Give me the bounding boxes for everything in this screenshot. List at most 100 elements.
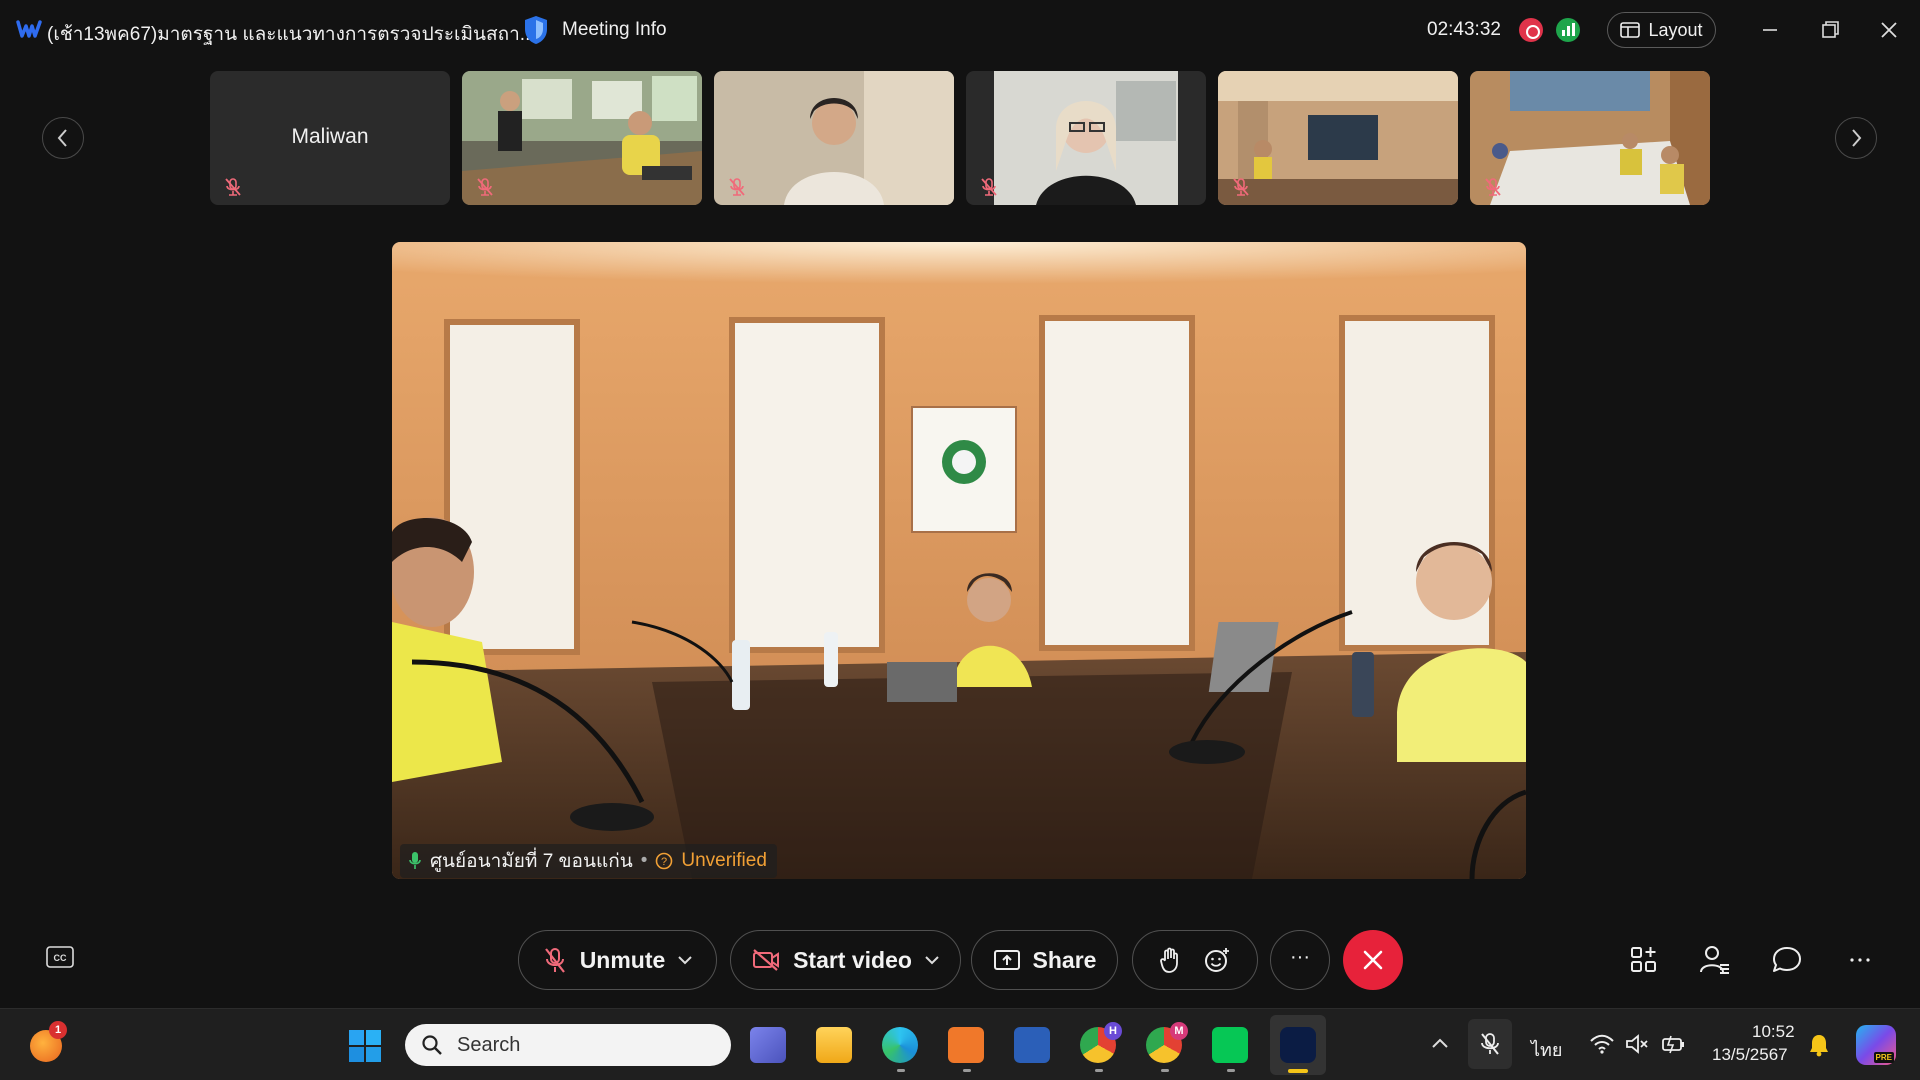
participant-thumbnail[interactable]: [1470, 71, 1710, 205]
restore-icon[interactable]: [1813, 14, 1847, 46]
running-indicator: [1161, 1069, 1169, 1072]
windows-taskbar: 1 Search H M ไทย 10:52 13/5/2567 PRE: [0, 1008, 1920, 1080]
title-bar: (เช้า13พค67)มาตรฐาน และแนวทางการตรวจประเ…: [0, 0, 1920, 60]
clock-date[interactable]: 13/5/2567: [1712, 1045, 1788, 1065]
copilot-icon[interactable]: PRE: [1856, 1025, 1896, 1065]
speaker-name-tag: ศูนย์อนามัยที่ 7 ขอนแก่น • ? Unverified: [400, 844, 777, 878]
layout-icon: [1620, 22, 1641, 38]
taskbar-search[interactable]: Search: [405, 1024, 731, 1066]
participant-name: Maliwan: [291, 125, 369, 148]
raise-hand-icon[interactable]: [1159, 946, 1181, 974]
start-video-button[interactable]: Start video: [730, 930, 961, 990]
line-icon[interactable]: [1212, 1027, 1248, 1063]
notifications-bell-icon[interactable]: [1808, 1033, 1830, 1057]
participant-video: [966, 71, 1206, 205]
running-indicator: [1227, 1069, 1235, 1072]
input-language[interactable]: ไทย: [1531, 1035, 1562, 1064]
minimize-icon[interactable]: [1753, 14, 1787, 46]
start-video-label: Start video: [793, 946, 912, 973]
webex-icon: [1280, 1027, 1316, 1063]
wifi-icon[interactable]: [1589, 1034, 1615, 1054]
unmute-button[interactable]: Unmute: [518, 930, 717, 990]
participant-video: [1470, 71, 1710, 205]
clock-time[interactable]: 10:52: [1752, 1022, 1795, 1042]
next-participants-button[interactable]: [1835, 117, 1877, 159]
chevron-down-icon[interactable]: [677, 955, 693, 965]
word-icon[interactable]: [1014, 1027, 1050, 1063]
more-horizontal-icon[interactable]: [1843, 943, 1877, 977]
participant-thumbnail[interactable]: [1218, 71, 1458, 205]
video-off-icon: [753, 949, 780, 971]
participant-video: [1218, 71, 1458, 205]
close-icon[interactable]: [1872, 14, 1906, 46]
closed-captions-icon[interactable]: CC: [45, 945, 75, 971]
running-indicator: [897, 1069, 905, 1072]
more-options-label: ···: [1290, 945, 1310, 968]
muted-mic-icon: [477, 178, 493, 196]
unmute-label: Unmute: [579, 946, 666, 973]
chat-icon[interactable]: [1770, 943, 1804, 977]
battery-charging-icon[interactable]: [1660, 1034, 1688, 1054]
edge-icon[interactable]: [882, 1027, 918, 1063]
chrome-profile-badge: H: [1104, 1022, 1122, 1040]
participants-icon[interactable]: [1698, 943, 1732, 977]
muted-mic-icon: [225, 178, 241, 196]
meeting-info-button[interactable]: Meeting Info: [562, 19, 667, 41]
participant-thumbnail[interactable]: [714, 71, 954, 205]
network-health-icon[interactable]: [1556, 18, 1580, 42]
participant-video: [714, 71, 954, 205]
volume-muted-icon[interactable]: [1624, 1034, 1650, 1054]
end-call-button[interactable]: [1343, 930, 1403, 990]
mic-icon: [409, 852, 421, 869]
windows-start-icon[interactable]: [347, 1028, 383, 1064]
muted-mic-icon: [1485, 178, 1501, 196]
chevron-up-icon[interactable]: [1430, 1036, 1450, 1050]
chrome-profile-badge: M: [1170, 1022, 1188, 1040]
shield-icon[interactable]: [522, 14, 550, 46]
previous-participants-button[interactable]: [42, 117, 84, 159]
teams-icon[interactable]: [750, 1027, 786, 1063]
unverified-status: Unverified: [681, 850, 767, 871]
mic-muted-tray[interactable]: [1468, 1019, 1512, 1069]
file-explorer-icon[interactable]: [816, 1027, 852, 1063]
muted-mic-icon: [981, 178, 997, 196]
webex-logo-icon: [16, 20, 42, 38]
reactions-group: [1132, 930, 1258, 990]
apps-icon[interactable]: [1627, 943, 1661, 977]
running-indicator: [1095, 1069, 1103, 1072]
participant-thumbnail[interactable]: [462, 71, 702, 205]
layout-button[interactable]: Layout: [1607, 12, 1716, 48]
participant-video: [462, 71, 702, 205]
reaction-emoji-icon[interactable]: [1203, 946, 1231, 974]
warning-icon: ?: [656, 852, 673, 870]
meeting-title: (เช้า13พค67)มาตรฐาน และแนวทางการตรวจประเ…: [47, 24, 536, 45]
chevron-down-icon[interactable]: [924, 955, 940, 965]
chevron-right-icon: [1852, 129, 1862, 147]
participant-thumbnail[interactable]: Maliwan: [210, 71, 450, 205]
close-icon: [1363, 950, 1383, 970]
share-screen-icon: [993, 950, 1020, 970]
search-icon: [422, 1035, 442, 1055]
svg-text:CC: CC: [54, 953, 67, 963]
recording-icon[interactable]: [1519, 18, 1543, 42]
muted-mic-icon: [1481, 1033, 1499, 1055]
participant-thumbnail[interactable]: [966, 71, 1206, 205]
active-speaker-video: [392, 242, 1526, 879]
layout-label: Layout: [1648, 19, 1703, 40]
notification-badge: 1: [49, 1021, 67, 1039]
running-indicator: [963, 1069, 971, 1072]
chevron-left-icon: [57, 129, 67, 147]
share-label: Share: [1032, 946, 1097, 973]
muted-mic-icon: [729, 178, 745, 196]
pdf-reader-icon[interactable]: [948, 1027, 984, 1063]
active-indicator: [1288, 1069, 1308, 1073]
webex-taskbar-active[interactable]: [1270, 1015, 1326, 1075]
muted-mic-icon: [1233, 178, 1249, 196]
speaker-name: ศูนย์อนามัยที่ 7 ขอนแก่น: [430, 851, 633, 872]
separator-dot: •: [640, 850, 648, 871]
conference-room-video: [392, 242, 1526, 879]
more-options-button[interactable]: ···: [1270, 930, 1330, 990]
search-placeholder: Search: [457, 1033, 521, 1056]
svg-text:?: ?: [661, 856, 667, 868]
share-button[interactable]: Share: [971, 930, 1118, 990]
